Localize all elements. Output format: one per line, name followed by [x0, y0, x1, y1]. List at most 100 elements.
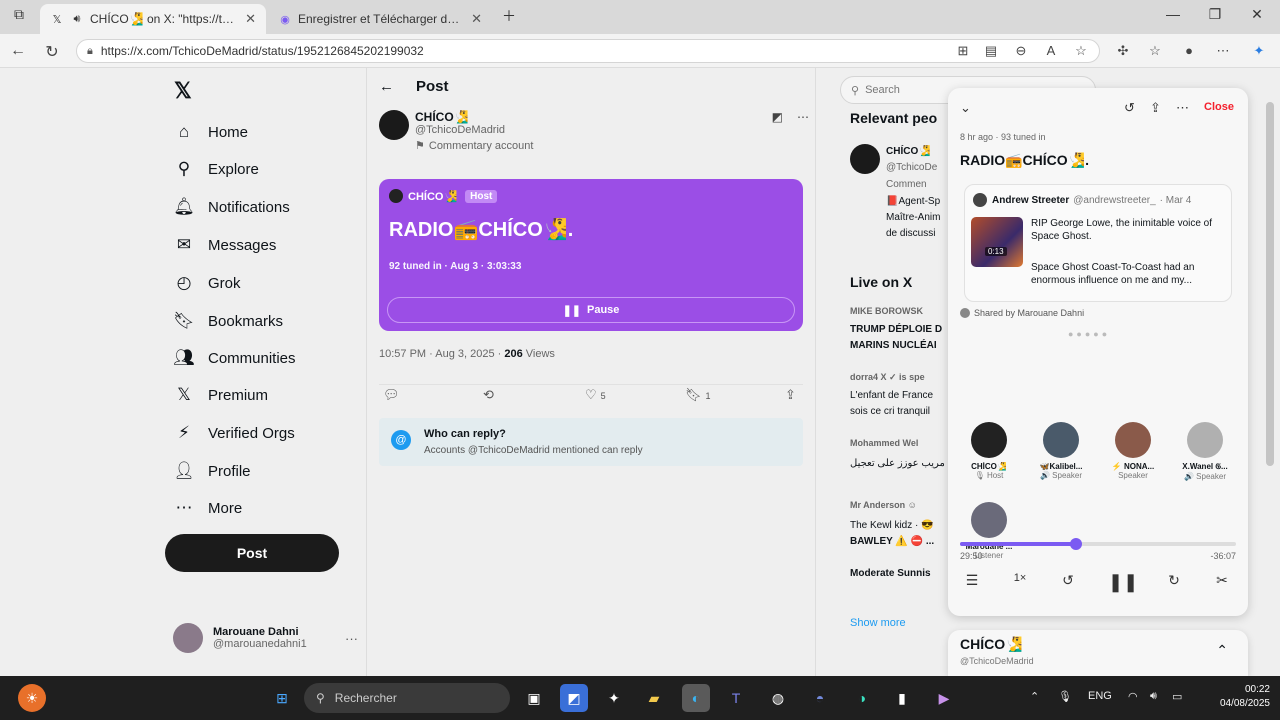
participant[interactable]: ⚡ NONA... Speaker — [1102, 422, 1164, 480]
participant[interactable]: X.Wanel 𝔊... 🔊 Speaker — [1174, 422, 1236, 481]
tab-current[interactable]: 𝕏 🔊︎ CHÍCO🧏‍♂️ on X: "https://t.co ✕ — [40, 4, 266, 34]
live-item-text[interactable]: sois ce cri tranquil — [850, 406, 930, 417]
speed-button[interactable]: 1× — [1008, 572, 1032, 584]
extensions-icon[interactable]: ✣ — [1114, 43, 1132, 59]
weather-widget-icon[interactable]: ☀ — [18, 684, 46, 712]
copilot-icon[interactable]: ✦ — [1250, 43, 1268, 59]
live-item-text[interactable]: MARINS NUCLÉAI — [850, 340, 937, 351]
language-indicator[interactable]: ENG — [1088, 690, 1112, 702]
forward-icon[interactable]: ↻ — [1162, 572, 1186, 589]
nav-item-premium[interactable]: 𝕏 Premium — [173, 380, 268, 410]
more-icon[interactable]: ··· — [345, 631, 358, 646]
nav-item-notifications[interactable]: 🔔︎ Notifications — [173, 192, 290, 222]
close-window-icon[interactable]: ✕ — [1242, 6, 1272, 23]
new-tab-icon[interactable]: ＋ — [494, 6, 524, 26]
show-more-link[interactable]: Show more — [850, 617, 906, 629]
author-name[interactable]: CHÍCO🧏‍♂️ — [415, 110, 772, 124]
nav-item-more[interactable]: ⋯ More — [173, 493, 243, 523]
live-item-text[interactable]: The Kewl kidz · 😎 — [850, 520, 934, 531]
teams-icon[interactable]: T — [722, 684, 750, 712]
live-item-text[interactable]: مريب عوزز على تعجيل — [850, 458, 945, 469]
nav-item-home[interactable]: ⌂ Home — [173, 117, 248, 147]
nav-item-profile[interactable]: 👤︎ Profile — [173, 456, 250, 486]
bookmark-button[interactable]: 🔖︎ 1 — [685, 387, 711, 403]
nav-item-bookmarks[interactable]: 🔖︎ Bookmarks — [173, 306, 283, 336]
reader-icon[interactable]: ▤ — [982, 43, 1000, 59]
avatar[interactable] — [850, 144, 880, 174]
avatar[interactable] — [379, 110, 409, 140]
live-item-text[interactable]: TRUMP DÉPLOIE D — [850, 324, 942, 335]
tab-actions-icon[interactable]: ⧉ — [4, 6, 34, 23]
read-aloud-icon[interactable]: A — [1042, 43, 1060, 58]
chevron-up-icon[interactable]: ⌃ — [1216, 642, 1228, 659]
apps-icon[interactable]: ⊞ — [954, 43, 972, 59]
restore-icon[interactable]: ❐ — [1200, 6, 1230, 23]
share-icon[interactable]: ⇪ — [1150, 100, 1161, 116]
volume-icon[interactable]: 🔊︎ — [1150, 690, 1157, 703]
relevant-name[interactable]: CHÍCO🧏‍♂️ — [886, 146, 931, 157]
media-player-icon[interactable]: ▶ — [930, 684, 958, 712]
copilot-icon[interactable]: ✦ — [600, 684, 628, 712]
like-button[interactable]: ♡ 5 — [585, 387, 606, 403]
live-item-text[interactable]: Moderate Sunnis — [850, 568, 931, 579]
edge-icon[interactable]: ◑ — [848, 684, 876, 712]
participant[interactable]: CHÍCO🧏‍♂️ 🎙 Host — [958, 422, 1020, 480]
minimize-icon[interactable]: — — [1158, 6, 1188, 22]
close-button[interactable]: Close — [1204, 101, 1234, 113]
account-switcher[interactable]: Marouane Dahni @marouanedahni1 ··· — [173, 618, 358, 658]
space-card[interactable]: CHÍCO🧏‍♂️ Host RADIO📻CHÍCO🧏‍♂️. 92 tuned… — [379, 179, 803, 331]
live-item-text[interactable]: L'enfant de France — [850, 390, 933, 401]
playback-slider[interactable] — [960, 538, 1236, 550]
replay-icon[interactable]: ↺ — [1124, 100, 1135, 116]
participant[interactable]: 🦋Kalibel... 🔊 Speaker — [1030, 422, 1092, 480]
repost-icon[interactable]: ⟲ — [483, 387, 494, 403]
back-icon[interactable]: ← — [8, 42, 28, 60]
nav-item-verified-orgs[interactable]: ⚡︎ Verified Orgs — [173, 418, 295, 448]
nav-item-grok[interactable]: ◴ Grok — [173, 268, 241, 298]
x-logo-icon[interactable]: 𝕏 — [174, 78, 192, 104]
battery-icon[interactable]: ▭ — [1172, 690, 1182, 703]
video-thumbnail[interactable]: 0:13 — [971, 217, 1023, 267]
live-item-text[interactable]: BAWLEY ⚠️ ⛔ ... — [850, 536, 934, 547]
zoom-icon[interactable]: ⊖ — [1012, 43, 1030, 59]
nav-item-explore[interactable]: ⚲ Explore — [173, 154, 259, 184]
app-icon[interactable]: ◩ — [560, 684, 588, 712]
more-icon[interactable]: ⋯ — [797, 110, 809, 124]
speaker-icon[interactable]: 🔊︎ — [70, 12, 84, 26]
task-view-icon[interactable]: ▣ — [520, 684, 548, 712]
nav-item-communities[interactable]: 👥︎ Communities — [173, 343, 295, 373]
close-tab-icon[interactable]: ✕ — [471, 11, 482, 27]
profile-avatar-icon[interactable]: ● — [1180, 43, 1198, 58]
post-button[interactable]: Post — [165, 534, 339, 572]
favorite-star-icon[interactable]: ☆ — [1072, 43, 1090, 59]
reply-icon[interactable]: 💬︎ — [383, 387, 400, 403]
wifi-icon[interactable]: ◠ — [1128, 690, 1138, 703]
shared-post-card[interactable]: Andrew Streeter @andrewstreeter_ · Mar 4… — [964, 184, 1232, 302]
scrollbar[interactable] — [1266, 102, 1274, 466]
clip-scissors-icon[interactable]: ✂ — [1210, 572, 1234, 589]
favorites-icon[interactable]: ☆ — [1146, 43, 1164, 59]
chevron-up-icon[interactable]: ⌃ — [1030, 690, 1039, 703]
system-clock[interactable]: 00:22 04/08/2025 — [1200, 683, 1270, 711]
share-icon[interactable]: ⇪ — [785, 387, 796, 403]
mini-space-card[interactable]: CHÍCO🧏‍♂️ @TchicoDeMadrid ⌃ — [948, 630, 1248, 676]
menu-icon[interactable]: ⋯ — [1214, 43, 1232, 59]
taskbar-search-input[interactable]: ⚲ Rechercher — [304, 683, 510, 713]
nav-item-messages[interactable]: ✉ Messages — [173, 230, 277, 260]
file-explorer-icon[interactable]: ▰ — [640, 684, 668, 712]
pause-button[interactable]: ❚❚ Pause — [387, 297, 795, 323]
url-input[interactable]: 🔒︎ https://x.com/TchicoDeMadrid/status/1… — [76, 39, 1100, 63]
playback-handle[interactable] — [1069, 538, 1082, 550]
close-tab-icon[interactable]: ✕ — [245, 11, 256, 27]
more-icon[interactable]: ⋯ — [1176, 100, 1189, 116]
microphone-icon[interactable]: 🎙︎ — [1058, 690, 1072, 703]
captions-icon[interactable]: ☰ — [960, 572, 984, 589]
reload-icon[interactable]: ↻ — [42, 42, 62, 62]
audio-app-icon[interactable]: ▮ — [888, 684, 916, 712]
back-arrow-icon[interactable]: ← — [379, 78, 394, 95]
discord-icon[interactable]: ◓ — [806, 684, 834, 712]
edge-browser-icon[interactable]: ◐ — [682, 684, 710, 712]
rewind-icon[interactable]: ↺ — [1056, 572, 1080, 589]
chevron-down-icon[interactable]: ⌄ — [960, 100, 971, 116]
windows-start-icon[interactable]: ⊞ — [268, 684, 296, 712]
